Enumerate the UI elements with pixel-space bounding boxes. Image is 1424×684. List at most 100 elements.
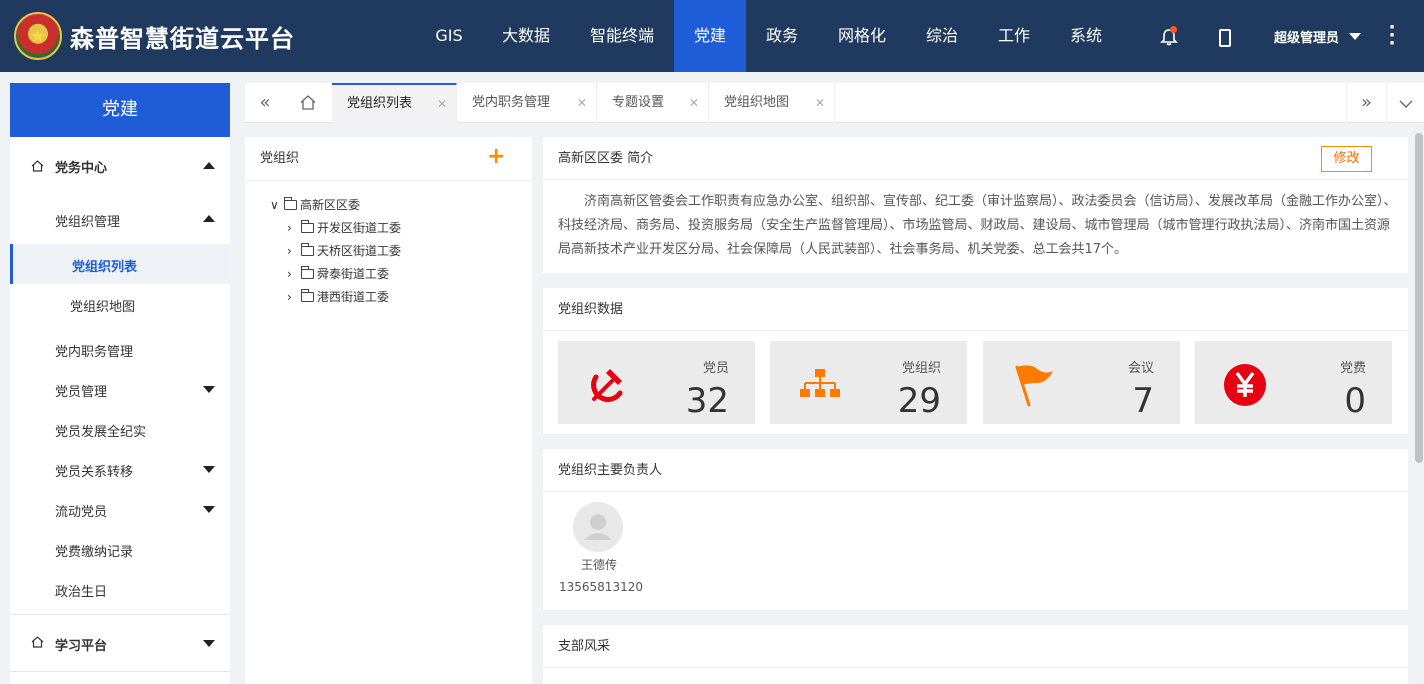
chevron-up-icon — [203, 162, 215, 169]
sidebar-item-org-list[interactable]: 党组织列表 — [10, 244, 230, 284]
close-icon[interactable]: ✕ — [815, 83, 825, 123]
logo: ★ 森普智慧街道云平台 — [0, 12, 430, 60]
sidebar-item-label: 党费缴纳记录 — [55, 545, 134, 560]
sidebar-item-floating-members[interactable]: 流动党员 — [10, 489, 230, 529]
tree-node-root[interactable]: ∨ 高新区区委 — [270, 196, 360, 213]
tab-duty-manage[interactable]: 党内职务管理 ✕ — [457, 83, 597, 123]
sidebar: 党建 党务中心 党组织管理 党组织列表 党组织地图 党内职务管理 党员管理 党员… — [10, 83, 230, 684]
tab-topic-settings[interactable]: 专题设置 ✕ — [597, 83, 709, 123]
intro-text: 济南高新区管委会工作职责有应急办公室、组织部、宣传部、纪工委（审计监察局）、政法… — [558, 194, 1397, 257]
sidebar-divider — [10, 671, 230, 672]
tab-label: 党内职务管理 — [472, 95, 551, 110]
stat-value: 32 — [685, 381, 729, 421]
tree-node-label: 港西街道工委 — [317, 290, 390, 304]
home-icon[interactable] — [300, 95, 316, 110]
folder-icon — [301, 266, 314, 279]
nav-item-terminal[interactable]: 智能终端 — [582, 0, 662, 72]
tree-node[interactable]: › 天桥区街道工委 — [287, 242, 401, 259]
tree-node[interactable]: › 舜泰街道工委 — [287, 265, 389, 282]
tab-label: 党组织地图 — [724, 95, 790, 110]
stat-meetings[interactable]: 会议 7 — [983, 341, 1180, 424]
tree-node[interactable]: › 港西街道工委 — [287, 288, 389, 305]
tab-org-map[interactable]: 党组织地图 ✕ — [709, 83, 835, 123]
folder-icon — [301, 220, 314, 233]
scrollbar-thumb[interactable] — [1415, 133, 1423, 463]
sidebar-item-duty-manage[interactable]: 党内职务管理 — [10, 329, 230, 369]
add-icon[interactable]: + — [487, 146, 505, 168]
chevron-down-icon — [203, 386, 215, 393]
stat-dues[interactable]: 党费 0 — [1195, 341, 1392, 424]
sidebar-item-label: 党员发展全纪实 — [55, 425, 147, 440]
user-menu[interactable]: 超级管理员 — [1274, 27, 1339, 46]
sidebar-item-org-map[interactable]: 党组织地图 — [10, 284, 230, 324]
tree-node-label: 高新区区委 — [300, 198, 361, 212]
folder-icon — [284, 197, 297, 210]
intro-card: 高新区区委 简介 修改 济南高新区管委会工作职责有应急办公室、组织部、宣传部、纪… — [543, 137, 1408, 273]
sidebar-item-member-manage[interactable]: 党员管理 — [10, 369, 230, 409]
close-icon[interactable]: ✕ — [437, 85, 447, 123]
tree-node-label: 舜泰街道工委 — [317, 267, 390, 281]
sidebar-item-label: 流动党员 — [55, 505, 108, 520]
stat-value: 7 — [1132, 381, 1154, 421]
flag-icon — [1015, 365, 1053, 407]
sidebar-item-label: 党务中心 — [55, 161, 108, 176]
nav-item-work[interactable]: 工作 — [988, 0, 1040, 72]
nav-item-bigdata[interactable]: 大数据 — [492, 0, 560, 72]
chevron-right-icon[interactable]: › — [287, 267, 301, 281]
sidebar-item-org-manage[interactable]: 党组织管理 — [10, 195, 230, 239]
folder-icon — [301, 243, 314, 256]
sidebar-item-political-birthday[interactable]: 政治生日 — [10, 569, 230, 609]
chevron-up-icon — [203, 215, 215, 222]
leader-name: 王德传 — [581, 558, 618, 572]
emblem-icon: ★ — [14, 12, 62, 60]
sidebar-item-label: 党组织地图 — [70, 300, 136, 315]
tabs-scroll-right-icon[interactable]: » — [1346, 83, 1386, 123]
sidebar-item-member-development[interactable]: 党员发展全纪实 — [10, 409, 230, 449]
sidebar-item-relation-transfer[interactable]: 党员关系转移 — [10, 449, 230, 489]
stats-title: 党组织数据 — [543, 288, 1408, 331]
nav-item-gis[interactable]: GIS — [424, 0, 474, 72]
sidebar-item-label: 学习平台 — [55, 639, 108, 654]
tab-org-list[interactable]: 党组织列表 ✕ — [332, 83, 457, 123]
nav-item-comprehensive[interactable]: 综治 — [916, 0, 968, 72]
stats-card: 党组织数据 党员 32 党组织 29 会议 7 党费 0 — [543, 288, 1408, 434]
chevron-right-icon[interactable]: › — [287, 290, 301, 304]
tree-node[interactable]: › 开发区街道工委 — [287, 219, 401, 236]
user-icon — [584, 514, 612, 540]
chevron-down-icon — [203, 506, 215, 513]
org-tree-icon — [800, 369, 840, 397]
stat-members[interactable]: 党员 32 — [558, 341, 755, 424]
leaders-card: 党组织主要负责人 王德传 13565813120 — [543, 449, 1408, 610]
sidebar-item-label: 政治生日 — [55, 585, 108, 600]
stat-value: 0 — [1344, 381, 1366, 421]
sidebar-item-study-platform[interactable]: 学习平台 — [10, 615, 230, 671]
nav-item-gov[interactable]: 政务 — [756, 0, 808, 72]
chevron-down-icon[interactable] — [1349, 33, 1361, 40]
close-icon[interactable]: ✕ — [577, 83, 587, 123]
folder-icon — [301, 289, 314, 302]
close-icon[interactable]: ✕ — [689, 83, 699, 123]
stat-label: 会议 — [1127, 361, 1154, 376]
chevron-right-icon[interactable]: › — [287, 221, 301, 235]
sidebar-item-dues-records[interactable]: 党费缴纳记录 — [10, 529, 230, 569]
home-icon — [31, 636, 44, 648]
mobile-icon[interactable] — [1219, 29, 1231, 47]
intro-title: 高新区区委 简介 — [543, 137, 1408, 180]
edit-button[interactable]: 修改 — [1321, 146, 1372, 172]
nav-item-system[interactable]: 系统 — [1060, 0, 1112, 72]
avatar[interactable] — [573, 502, 623, 552]
sidebar-item-party-center[interactable]: 党务中心 — [10, 137, 230, 195]
tree-node-label: 开发区街道工委 — [317, 221, 402, 235]
stat-organizations[interactable]: 党组织 29 — [770, 341, 967, 424]
chevron-down-icon[interactable] — [1386, 83, 1424, 123]
chevron-right-icon[interactable]: › — [287, 244, 301, 258]
tab-bar: « 党组织列表 ✕ 党内职务管理 ✕ 专题设置 ✕ 党组织地图 ✕ » — [245, 83, 1424, 123]
chevron-down-icon — [203, 466, 215, 473]
tabs-scroll-left-icon[interactable]: « — [245, 83, 285, 123]
nav-item-grid[interactable]: 网格化 — [828, 0, 896, 72]
stat-value: 29 — [897, 381, 941, 421]
sidebar-item-label: 党员管理 — [55, 385, 108, 400]
nav-item-party[interactable]: 党建 — [674, 0, 746, 72]
more-vertical-icon[interactable]: · · · — [1388, 19, 1396, 53]
chevron-down-icon[interactable]: ∨ — [270, 198, 284, 212]
